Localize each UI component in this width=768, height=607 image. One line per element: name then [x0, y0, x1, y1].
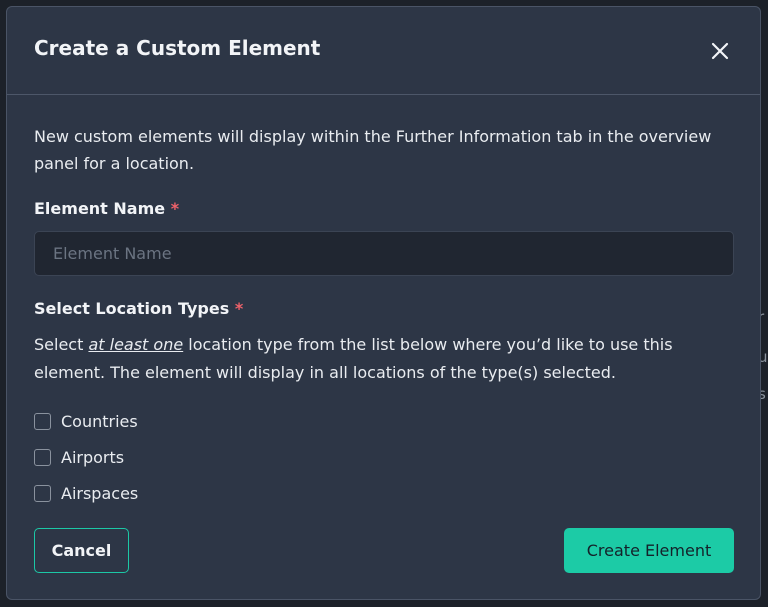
custom-element-dialog: Create a Custom Element New custom eleme… [6, 6, 761, 600]
cancel-button[interactable]: Cancel [34, 528, 129, 573]
checkbox-label: Airports [61, 447, 125, 467]
location-type-checkbox-list: Countries Airports Airspaces [34, 403, 138, 511]
dialog-body: New custom elements will display within … [34, 123, 734, 503]
checkbox-label: Airspaces [61, 483, 139, 503]
checkbox-countries[interactable] [34, 412, 51, 430]
dialog-header: Create a Custom Element [7, 7, 760, 95]
dialog-title: Create a Custom Element [34, 36, 321, 60]
close-button[interactable] [707, 38, 733, 64]
checkbox-option-airspaces[interactable]: Airspaces [34, 475, 138, 511]
desc-emphasis: at least one [88, 335, 184, 354]
element-name-label: Element Name * [34, 199, 179, 218]
element-name-label-text: Element Name [34, 199, 166, 218]
checkbox-airports[interactable] [34, 448, 51, 466]
checkbox-airspaces[interactable] [34, 484, 51, 502]
required-marker: * [170, 199, 180, 218]
location-types-label-text: Select Location Types [34, 299, 230, 318]
location-types-label: Select Location Types * [34, 299, 243, 318]
checkbox-option-airports[interactable]: Airports [34, 439, 138, 475]
close-icon [711, 42, 729, 60]
location-types-description: Select at least one location type from t… [34, 331, 734, 387]
dialog-description: New custom elements will display within … [34, 127, 712, 173]
checkbox-option-countries[interactable]: Countries [34, 403, 138, 439]
required-marker: * [234, 299, 244, 318]
element-name-input[interactable] [34, 231, 734, 276]
create-element-button[interactable]: Create Element [564, 528, 734, 573]
checkbox-label: Countries [61, 411, 138, 431]
desc-prefix: Select [34, 335, 89, 354]
